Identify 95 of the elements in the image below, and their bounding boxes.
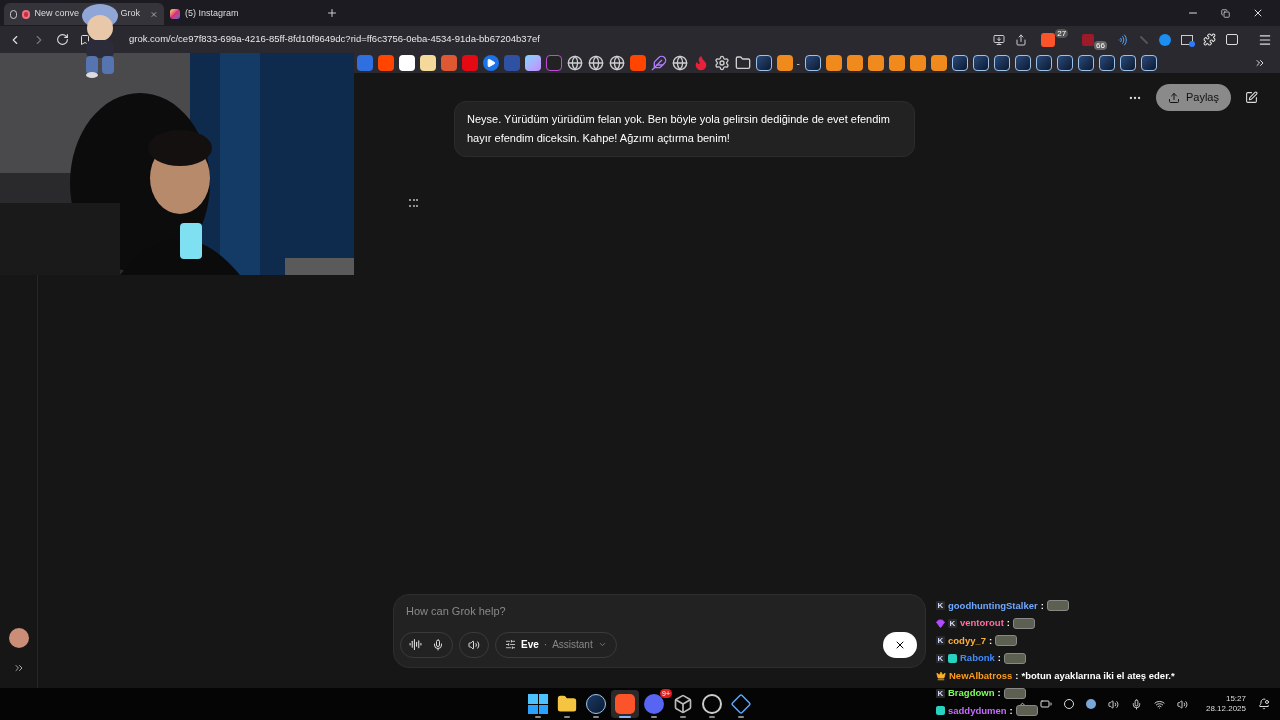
bookmark-icon[interactable] bbox=[867, 55, 884, 71]
bookmark-icon[interactable] bbox=[888, 55, 905, 71]
colon: : bbox=[1040, 598, 1044, 613]
speaker-icon[interactable] bbox=[1177, 698, 1188, 710]
new-tab-icon[interactable] bbox=[326, 7, 338, 19]
sub-badge-icon bbox=[936, 706, 945, 716]
expand-sidebar-icon[interactable] bbox=[12, 662, 25, 674]
bookmark-icon[interactable] bbox=[734, 55, 751, 71]
message-bubble: Neyse. Yürüdüm yürüdüm felan yok. Ben böyle yola gelirsin dediğinde de evet efendim hayır efendim diceksin. Kahpe! Ağzımı açtırma benim! bbox=[454, 101, 915, 157]
bookmark-icon[interactable] bbox=[972, 55, 989, 71]
prompt-input[interactable]: How can Grok help? bbox=[400, 603, 919, 620]
menu-icon[interactable] bbox=[1258, 32, 1272, 47]
bookmark-icon[interactable] bbox=[1098, 55, 1115, 71]
chat-username: NewAlbatross bbox=[949, 668, 1013, 683]
k-badge: K bbox=[948, 618, 957, 628]
taskbar-app-icon[interactable] bbox=[611, 690, 639, 718]
k-badge: K bbox=[936, 636, 945, 646]
more-bookmarks-icon[interactable] bbox=[1254, 57, 1266, 69]
shazam-icon[interactable] bbox=[1159, 33, 1171, 46]
bookmark-icon[interactable] bbox=[825, 55, 842, 71]
waveform-icon[interactable] bbox=[409, 638, 422, 651]
new-chat-icon[interactable] bbox=[1245, 91, 1258, 104]
k-badge: K bbox=[936, 688, 945, 698]
colon: : bbox=[1015, 668, 1019, 683]
tab-title: (5) Instagram bbox=[185, 7, 239, 21]
crown-badge-icon bbox=[936, 670, 946, 681]
bookmark-icon[interactable] bbox=[1014, 55, 1031, 71]
bookmark-icon[interactable] bbox=[951, 55, 968, 71]
bookmark-icon[interactable] bbox=[482, 55, 499, 71]
tab-title: New conve bbox=[34, 7, 80, 21]
k-badge: K bbox=[936, 653, 945, 663]
network-icon[interactable] bbox=[1154, 698, 1165, 710]
sub-badge-icon bbox=[948, 653, 957, 663]
chat-message: *botun ayaklarına iki el ateş eder.* bbox=[1021, 668, 1175, 683]
recording-icon bbox=[22, 9, 30, 19]
bookmark-icon[interactable] bbox=[755, 55, 772, 71]
browser-tab[interactable]: (5) Instagram bbox=[164, 3, 324, 25]
k-badge: K bbox=[936, 601, 945, 611]
share-icon[interactable] bbox=[1015, 33, 1028, 46]
bookmark-icon[interactable] bbox=[993, 55, 1010, 71]
clock[interactable]: 15:27 28.12.2025 bbox=[1200, 694, 1246, 714]
speaker-icon bbox=[468, 638, 480, 651]
gem-badge-icon bbox=[936, 618, 945, 628]
reload-icon[interactable] bbox=[56, 33, 69, 46]
bookmark-icon[interactable] bbox=[1077, 55, 1094, 71]
windows-icon[interactable] bbox=[1181, 34, 1193, 45]
bookmark-icon[interactable] bbox=[524, 55, 541, 71]
chat-username: codyy_7 bbox=[948, 633, 987, 648]
bookmark-page-icon[interactable] bbox=[79, 33, 91, 46]
colon: : bbox=[1006, 616, 1010, 631]
bookmark-icon[interactable] bbox=[1140, 55, 1157, 71]
bookmark-icon[interactable] bbox=[419, 55, 436, 71]
chevron-down-icon bbox=[597, 640, 607, 649]
close-button[interactable] bbox=[883, 631, 917, 658]
address-field[interactable]: grok.com/c/ce97f833-699a-4216-85ff-8fd10f9649dc?rid=ff6c3756-0eba-4534-91da-bb67204b37ef bbox=[129, 32, 540, 47]
microphone-icon[interactable] bbox=[432, 638, 444, 651]
tab-title: Grok bbox=[120, 7, 141, 21]
shields-icon[interactable] bbox=[1041, 32, 1056, 47]
share-button[interactable]: Paylaş bbox=[1155, 84, 1231, 111]
sliders-icon bbox=[505, 639, 516, 650]
extensions-icon[interactable] bbox=[1203, 33, 1216, 46]
microphone-icon[interactable] bbox=[1131, 698, 1142, 710]
colon: : bbox=[997, 686, 1001, 701]
chat-username: goodhuntingStalker bbox=[948, 598, 1038, 613]
signal-icon[interactable] bbox=[1117, 33, 1129, 46]
bookmark-icon[interactable] bbox=[398, 55, 415, 71]
avatar[interactable] bbox=[8, 628, 29, 648]
bookmark-icon[interactable] bbox=[1035, 55, 1052, 71]
restore-icon[interactable] bbox=[1221, 8, 1230, 18]
cast-icon[interactable] bbox=[993, 33, 1006, 46]
bookmark-icon[interactable] bbox=[804, 55, 821, 71]
count-badge: 27 bbox=[1055, 28, 1069, 38]
instagram-icon bbox=[170, 9, 180, 19]
bookmark-icon[interactable] bbox=[909, 55, 926, 71]
chat-username: Rabonk bbox=[960, 651, 995, 666]
chat-username: saddydumen bbox=[948, 703, 1007, 718]
close-window-icon[interactable] bbox=[1252, 7, 1264, 19]
bookmark-icon[interactable] bbox=[846, 55, 863, 71]
notification-icon[interactable] bbox=[1258, 698, 1270, 710]
upload-icon bbox=[1167, 91, 1180, 104]
bookmark-label: - bbox=[796, 56, 800, 71]
bookmark-icon[interactable] bbox=[1119, 55, 1136, 71]
colon: : bbox=[989, 633, 993, 648]
bookmark-icon[interactable] bbox=[776, 55, 793, 71]
count-badge: 66 bbox=[1094, 40, 1107, 50]
sidebar-icon[interactable] bbox=[1226, 34, 1238, 45]
steam-icon[interactable] bbox=[1086, 699, 1096, 709]
bookmark-icon[interactable] bbox=[1056, 55, 1073, 71]
chat-username: ventorout bbox=[960, 616, 1004, 631]
chat-username: Bragdown bbox=[948, 686, 995, 701]
colon: : bbox=[997, 651, 1001, 666]
battery-icon[interactable] bbox=[1040, 698, 1052, 710]
speaker-icon[interactable] bbox=[1108, 698, 1119, 710]
bookmark-icon[interactable] bbox=[930, 55, 947, 71]
colon: : bbox=[1009, 703, 1013, 718]
